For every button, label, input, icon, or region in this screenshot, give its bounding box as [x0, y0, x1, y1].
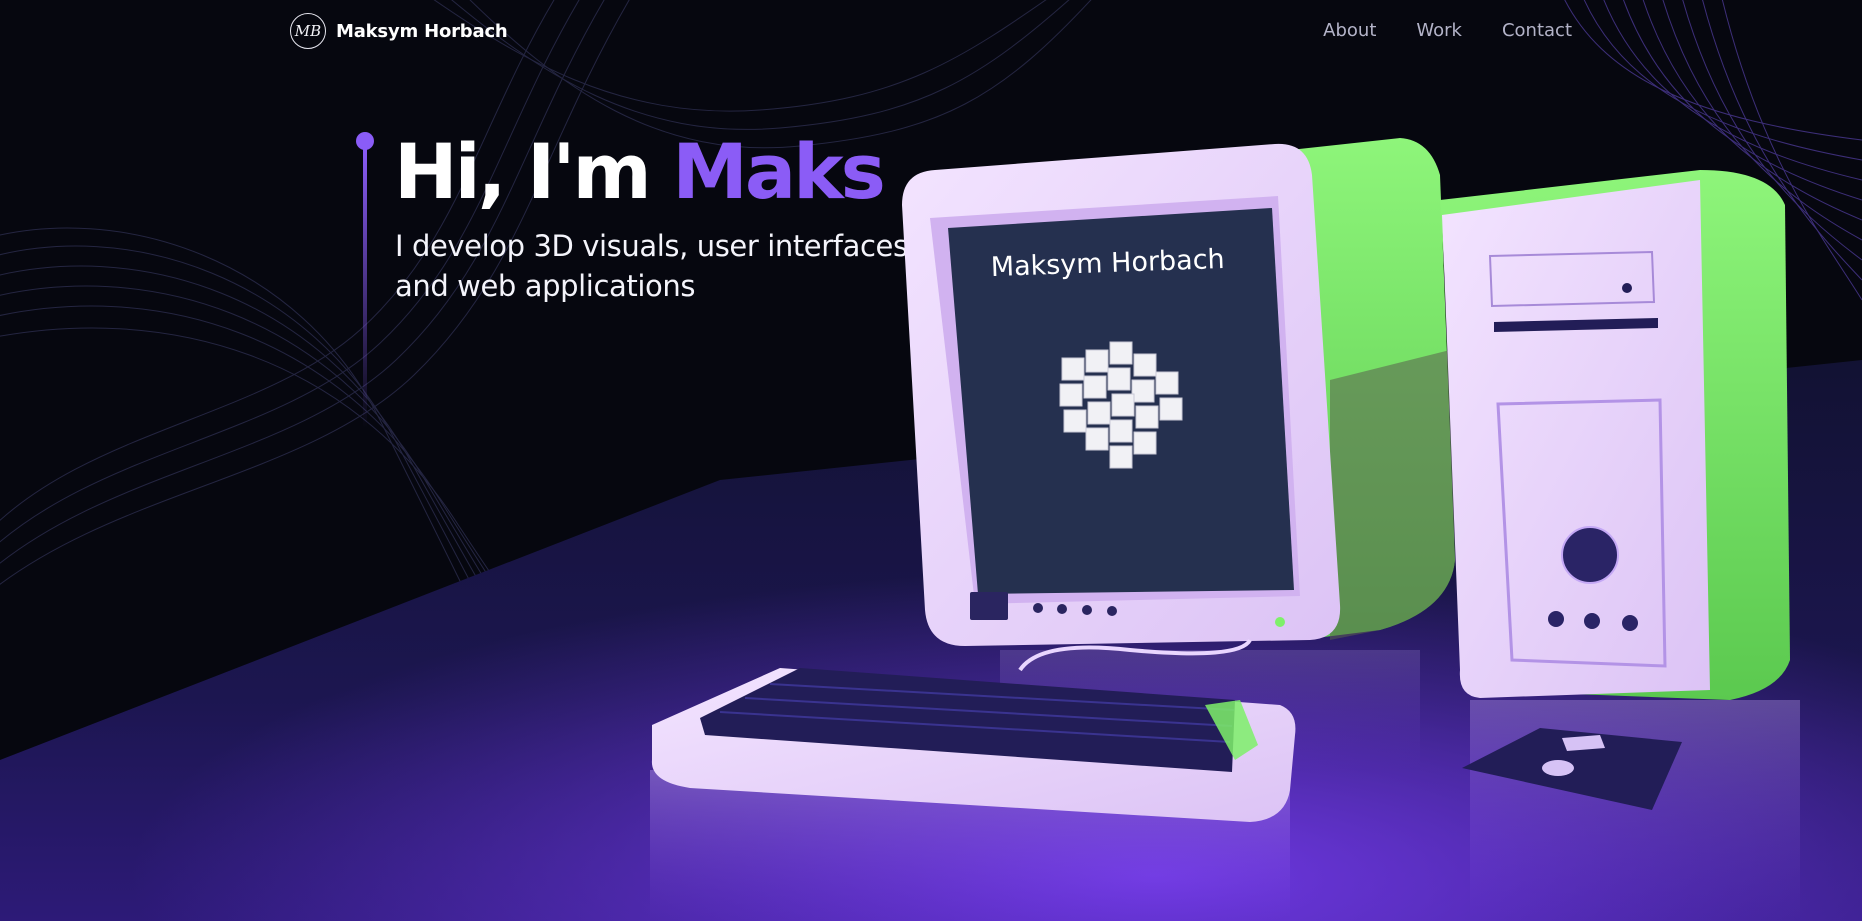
brand-name: Maksym Horbach: [336, 20, 508, 42]
brand-home-link[interactable]: MB Maksym Horbach: [290, 13, 508, 49]
hero-name: Maks: [672, 127, 886, 216]
nav-links: About Work Contact: [1323, 20, 1572, 41]
nav-link-about[interactable]: About: [1323, 20, 1376, 41]
navbar: MB Maksym Horbach About Work Contact: [0, 0, 1862, 64]
hero-greeting: Hi, I'm: [394, 127, 673, 216]
hero-title: Hi, I'm Maks: [394, 120, 886, 224]
hero-accent-line: [356, 132, 374, 432]
nav-link-contact[interactable]: Contact: [1502, 20, 1572, 41]
logo-monogram-icon: MB: [290, 13, 326, 49]
nav-link-work[interactable]: Work: [1416, 20, 1462, 41]
hero-subtitle: I develop 3D visuals, user interfaces an…: [395, 229, 908, 303]
background-wave-art: [0, 0, 1862, 921]
